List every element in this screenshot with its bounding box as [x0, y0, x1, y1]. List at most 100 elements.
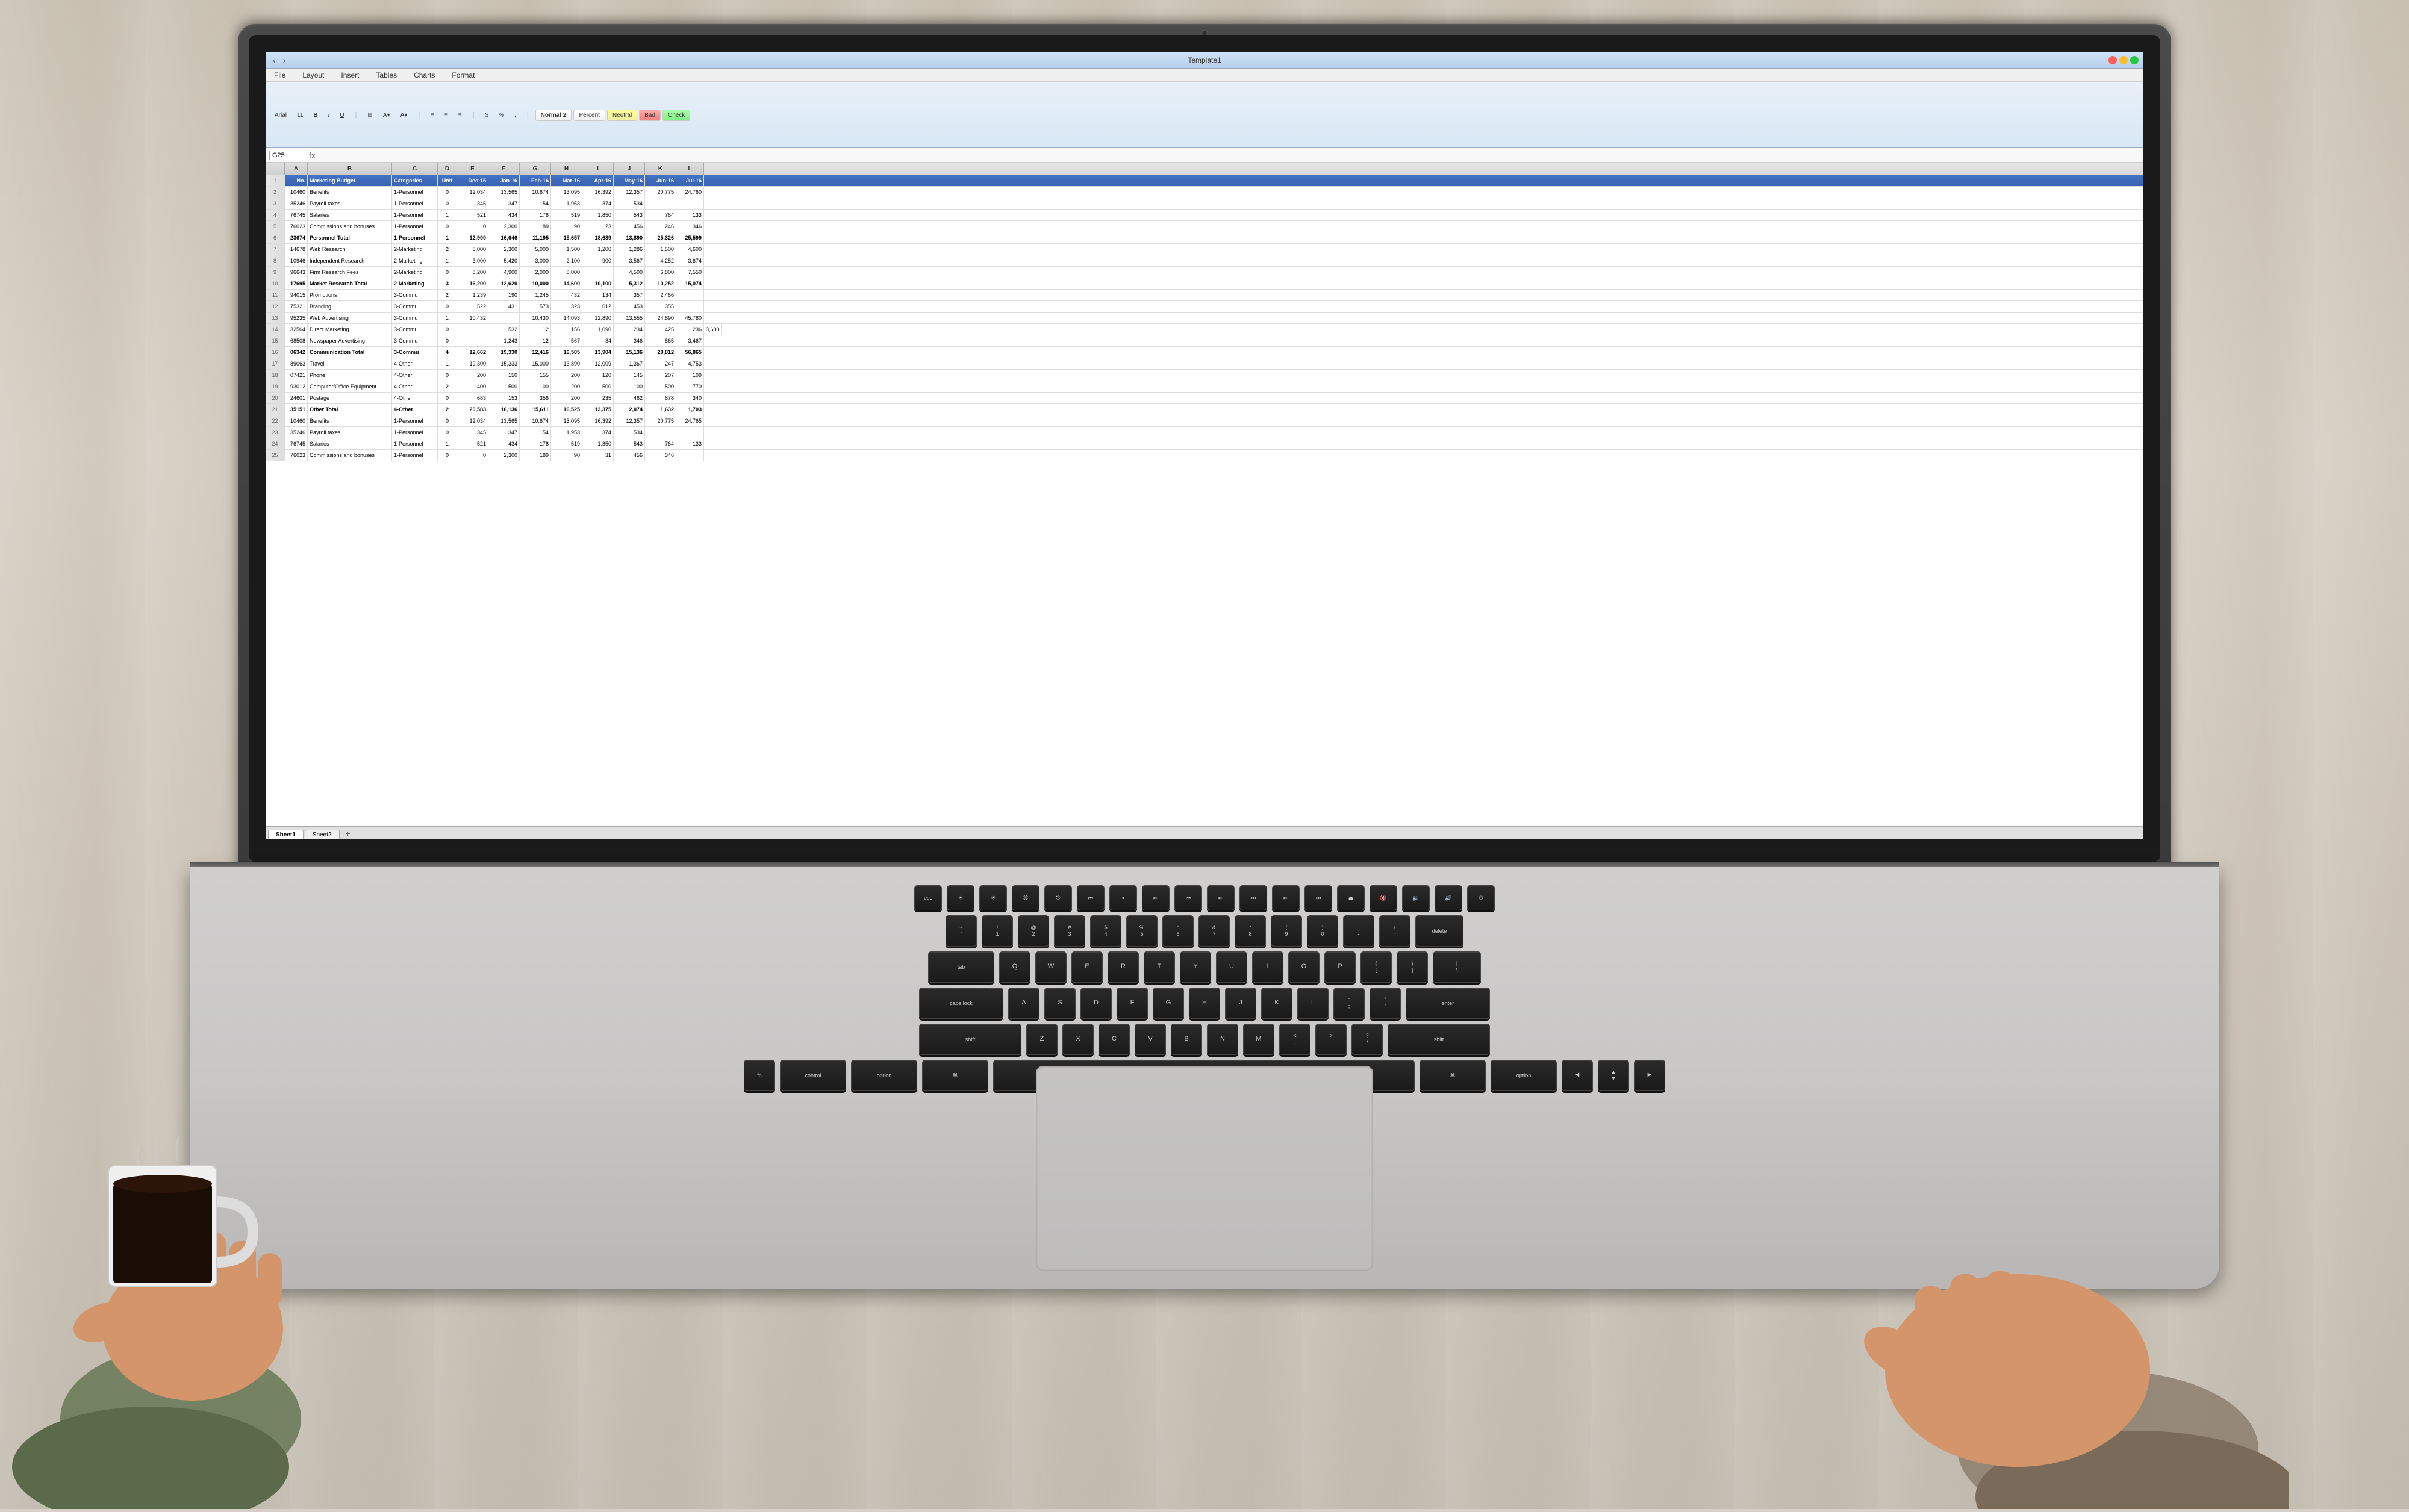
cell[interactable]: Payroll taxes [308, 198, 392, 209]
cell[interactable]: 20,775 [645, 187, 676, 198]
key-f6[interactable]: ⏸ [1109, 885, 1137, 910]
key-w[interactable]: W [1035, 951, 1067, 983]
key-arrow-updown[interactable]: ▲▼ [1598, 1060, 1629, 1091]
cell[interactable]: 462 [614, 393, 645, 403]
key-l[interactable]: L [1297, 988, 1329, 1019]
cell[interactable]: 1,286 [614, 244, 645, 255]
cell[interactable]: 346 [614, 335, 645, 346]
col-header-j[interactable]: J [614, 163, 645, 175]
cell[interactable]: 345 [457, 198, 488, 209]
ribbon-underline[interactable]: U [335, 110, 348, 120]
cell[interactable]: 453 [614, 301, 645, 312]
cell[interactable]: 10460 [285, 415, 308, 426]
cell[interactable]: 6,800 [645, 267, 676, 278]
table-row[interactable]: 1No.Marketing BudgetCategoriesUnitDec-15… [266, 175, 2143, 187]
cell[interactable]: 24,890 [645, 313, 676, 323]
cell[interactable]: 500 [582, 381, 614, 392]
cell[interactable]: 519 [551, 210, 582, 220]
table-row[interactable]: 2135151Other Total4-Other220,58316,13615… [266, 404, 2143, 415]
cell[interactable] [488, 313, 520, 323]
cell[interactable]: 236 [676, 324, 704, 335]
key-esc[interactable]: esc [914, 885, 942, 910]
key-h[interactable]: H [1189, 988, 1220, 1019]
cell[interactable]: 24,760 [676, 187, 704, 198]
cell[interactable]: 178 [520, 210, 551, 220]
cell[interactable]: 323 [551, 301, 582, 312]
cell[interactable] [676, 290, 704, 300]
key-s[interactable]: S [1044, 988, 1076, 1019]
cell[interactable] [457, 335, 488, 346]
cell[interactable]: 16,525 [551, 404, 582, 415]
cell[interactable] [676, 198, 704, 209]
table-row[interactable]: 476745Salaries1-Personnel15214341785191,… [266, 210, 2143, 221]
cell[interactable]: 1-Personnel [392, 415, 438, 426]
table-row[interactable]: 996643Firm Research Fees2-Marketing08,20… [266, 267, 2143, 278]
key-slash[interactable]: ?/ [1351, 1024, 1383, 1055]
cell[interactable]: 16,646 [488, 232, 520, 243]
cell[interactable]: Salaries [308, 210, 392, 220]
title-bar-nav[interactable]: ‹ › [270, 55, 288, 65]
ribbon-borders[interactable]: ⊞ [364, 110, 377, 120]
cell[interactable]: Jul-16 [676, 175, 704, 186]
cell[interactable]: 200 [457, 370, 488, 381]
table-row[interactable]: 714678Web Research2-Marketing28,0002,300… [266, 244, 2143, 255]
cell[interactable]: Feb-16 [520, 175, 551, 186]
key-i[interactable]: I [1252, 951, 1283, 983]
cell[interactable]: Computer/Office Equipment [308, 381, 392, 392]
cell[interactable]: Travel [308, 358, 392, 369]
cell[interactable]: 3-Commu [392, 335, 438, 346]
table-row[interactable]: 1789063Travel4-Other119,30015,33315,0001… [266, 358, 2143, 370]
cell[interactable]: 4,900 [488, 267, 520, 278]
col-header-g[interactable]: G [520, 163, 551, 175]
cell[interactable]: 207 [645, 370, 676, 381]
cell[interactable]: 7,550 [676, 267, 704, 278]
cell[interactable] [676, 427, 704, 438]
cell[interactable]: 153 [488, 393, 520, 403]
cell[interactable]: 200 [551, 370, 582, 381]
cell[interactable]: 612 [582, 301, 614, 312]
cell[interactable]: 1 [438, 438, 457, 449]
cell[interactable]: 500 [488, 381, 520, 392]
cell[interactable]: Jan-16 [488, 175, 520, 186]
cell[interactable]: 3,467 [676, 335, 704, 346]
cell[interactable]: 12,662 [457, 347, 488, 358]
cell[interactable]: Apr-16 [582, 175, 614, 186]
cell[interactable]: 06342 [285, 347, 308, 358]
key-8[interactable]: *8 [1235, 915, 1266, 947]
table-row[interactable]: 1194015Promotions3-Commu21,2391901,24543… [266, 290, 2143, 301]
cell[interactable]: 400 [457, 381, 488, 392]
cell[interactable]: 1 [438, 232, 457, 243]
key-bracket-right[interactable]: }] [1397, 951, 1428, 983]
format-percent[interactable]: Percent [573, 110, 605, 121]
cell[interactable]: Market Research Total [308, 278, 392, 289]
cell[interactable]: 20,775 [645, 415, 676, 426]
format-bad[interactable]: Bad [639, 110, 661, 121]
cell[interactable]: 12,890 [582, 313, 614, 323]
cell[interactable]: Marketing Budget [308, 175, 392, 186]
key-bracket-left[interactable]: {[ [1360, 951, 1392, 983]
key-f3[interactable]: ⌘ [1012, 885, 1039, 910]
col-header-e[interactable]: E [457, 163, 488, 175]
table-row[interactable]: 1017695Market Research Total2-Marketing3… [266, 278, 2143, 290]
cell[interactable]: 12 [520, 335, 551, 346]
cell[interactable]: Personnel Total [308, 232, 392, 243]
key-arrow-left[interactable]: ◄ [1562, 1060, 1593, 1091]
cell[interactable]: 2,000 [520, 267, 551, 278]
cell[interactable]: 10,674 [520, 187, 551, 198]
cell[interactable]: 1,200 [582, 244, 614, 255]
cell[interactable]: 28,812 [645, 347, 676, 358]
cell[interactable]: 35246 [285, 427, 308, 438]
cell[interactable]: 68508 [285, 335, 308, 346]
key-6[interactable]: ^6 [1162, 915, 1194, 947]
key-g[interactable]: G [1153, 988, 1184, 1019]
ribbon-percent[interactable]: % [494, 110, 508, 120]
cell[interactable]: 200 [551, 381, 582, 392]
cell[interactable]: 12,034 [457, 187, 488, 198]
cell[interactable]: 4,252 [645, 255, 676, 266]
cell[interactable]: 100 [520, 381, 551, 392]
cell[interactable]: 425 [645, 324, 676, 335]
menu-file[interactable]: File [270, 70, 289, 81]
cell[interactable]: 0 [457, 221, 488, 232]
cell[interactable]: 189 [520, 450, 551, 461]
key-4[interactable]: $4 [1090, 915, 1121, 947]
